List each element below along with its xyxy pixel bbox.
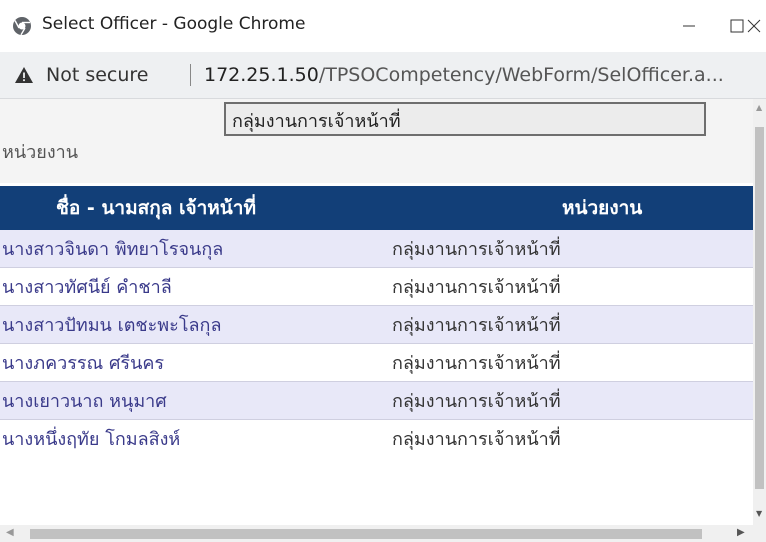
window-title-bar: Select Officer - Google Chrome [0, 0, 766, 52]
officer-table: ชื่อ - นามสกุล เจ้าหน้าที่ หน่วยงาน นางส… [0, 186, 753, 458]
officer-unit-cell: กลุ่มงานการเจ้าหน้าที่ [382, 267, 753, 306]
minimize-button[interactable] [666, 10, 712, 42]
officer-unit-cell: กลุ่มงานการเจ้าหน้าที่ [382, 419, 753, 458]
scroll-up-arrow-icon[interactable]: ▲ [756, 103, 762, 112]
close-button[interactable] [742, 10, 766, 42]
officer-name-cell[interactable]: นางหนึ่งฤทัย โกมลสิงห์ [0, 419, 382, 458]
address-bar[interactable]: Not secure 172.25.1.50/TPSOCompetency/We… [0, 52, 766, 99]
scrollbar-corner [753, 525, 766, 542]
scroll-left-arrow-icon[interactable]: ◀ [6, 527, 14, 538]
officer-name-cell[interactable]: นางสาวจินดา พิทยาโรจนกุล [0, 230, 382, 268]
column-header-name[interactable]: ชื่อ - นามสกุล เจ้าหน้าที่ [0, 186, 382, 230]
table-row[interactable]: นางสาวทัศนีย์ คำชาลี กลุ่มงานการเจ้าหน้า… [0, 267, 753, 306]
table-header-row: ชื่อ - นามสกุล เจ้าหน้าที่ หน่วยงาน [0, 186, 753, 230]
close-icon [747, 19, 761, 33]
officer-unit-cell: กลุ่มงานการเจ้าหน้าที่ [382, 381, 753, 420]
security-status-text[interactable]: Not secure [46, 64, 149, 86]
officer-name-cell[interactable]: นางภควรรณ ศรีนคร [0, 343, 382, 382]
column-header-unit[interactable]: หน่วยงาน [382, 186, 753, 230]
address-separator [190, 64, 191, 86]
scroll-right-arrow-icon[interactable]: ▶ [737, 527, 745, 538]
filter-row: หน่วยงาน กลุ่มงานการเจ้าหน้าที่ [0, 99, 753, 183]
table-row[interactable]: นางสาวจินดา พิทยาโรจนกุล กลุ่มงานการเจ้า… [0, 230, 753, 268]
warning-triangle-icon[interactable] [14, 66, 34, 84]
officer-name-cell[interactable]: นางเยาวนาถ หนุมาศ [0, 381, 382, 420]
url-host: 172.25.1.50 [204, 64, 319, 86]
horizontal-scrollbar[interactable]: ◀ ▶ [0, 525, 753, 542]
minimize-icon [683, 25, 695, 27]
table-row[interactable]: นางหนึ่งฤทัย โกมลสิงห์ กลุ่มงานการเจ้าหน… [0, 419, 753, 458]
table-row[interactable]: นางสาวปัทมน เตชะพะโลกุล กลุ่มงานการเจ้าห… [0, 305, 753, 344]
window-title: Select Officer - Google Chrome [42, 14, 306, 34]
scroll-down-arrow-icon[interactable]: ▼ [756, 509, 762, 518]
url-text[interactable]: 172.25.1.50/TPSOCompetency/WebForm/SelOf… [204, 64, 724, 86]
officer-name-cell[interactable]: นางสาวทัศนีย์ คำชาลี [0, 267, 382, 306]
table-row[interactable]: นางภควรรณ ศรีนคร กลุ่มงานการเจ้าหน้าที่ [0, 343, 753, 382]
vertical-scroll-thumb[interactable] [755, 127, 764, 489]
unit-filter-field[interactable]: กลุ่มงานการเจ้าหน้าที่ [224, 102, 706, 136]
vertical-scrollbar[interactable]: ▲ ▼ [753, 99, 766, 525]
chrome-globe-icon [12, 16, 32, 36]
horizontal-scroll-thumb[interactable] [30, 529, 702, 539]
page-content: หน่วยงาน กลุ่มงานการเจ้าหน้าที่ ชื่อ - น… [0, 99, 753, 525]
url-path: /TPSOCompetency/WebForm/SelOfficer.a... [318, 64, 724, 86]
unit-filter-label: หน่วยงาน [2, 142, 79, 163]
table-row[interactable]: นางเยาวนาถ หนุมาศ กลุ่มงานการเจ้าหน้าที่ [0, 381, 753, 420]
officer-unit-cell: กลุ่มงานการเจ้าหน้าที่ [382, 343, 753, 382]
officer-unit-cell: กลุ่มงานการเจ้าหน้าที่ [382, 305, 753, 344]
officer-unit-cell: กลุ่มงานการเจ้าหน้าที่ [382, 230, 753, 268]
officer-name-cell[interactable]: นางสาวปัทมน เตชะพะโลกุล [0, 305, 382, 344]
